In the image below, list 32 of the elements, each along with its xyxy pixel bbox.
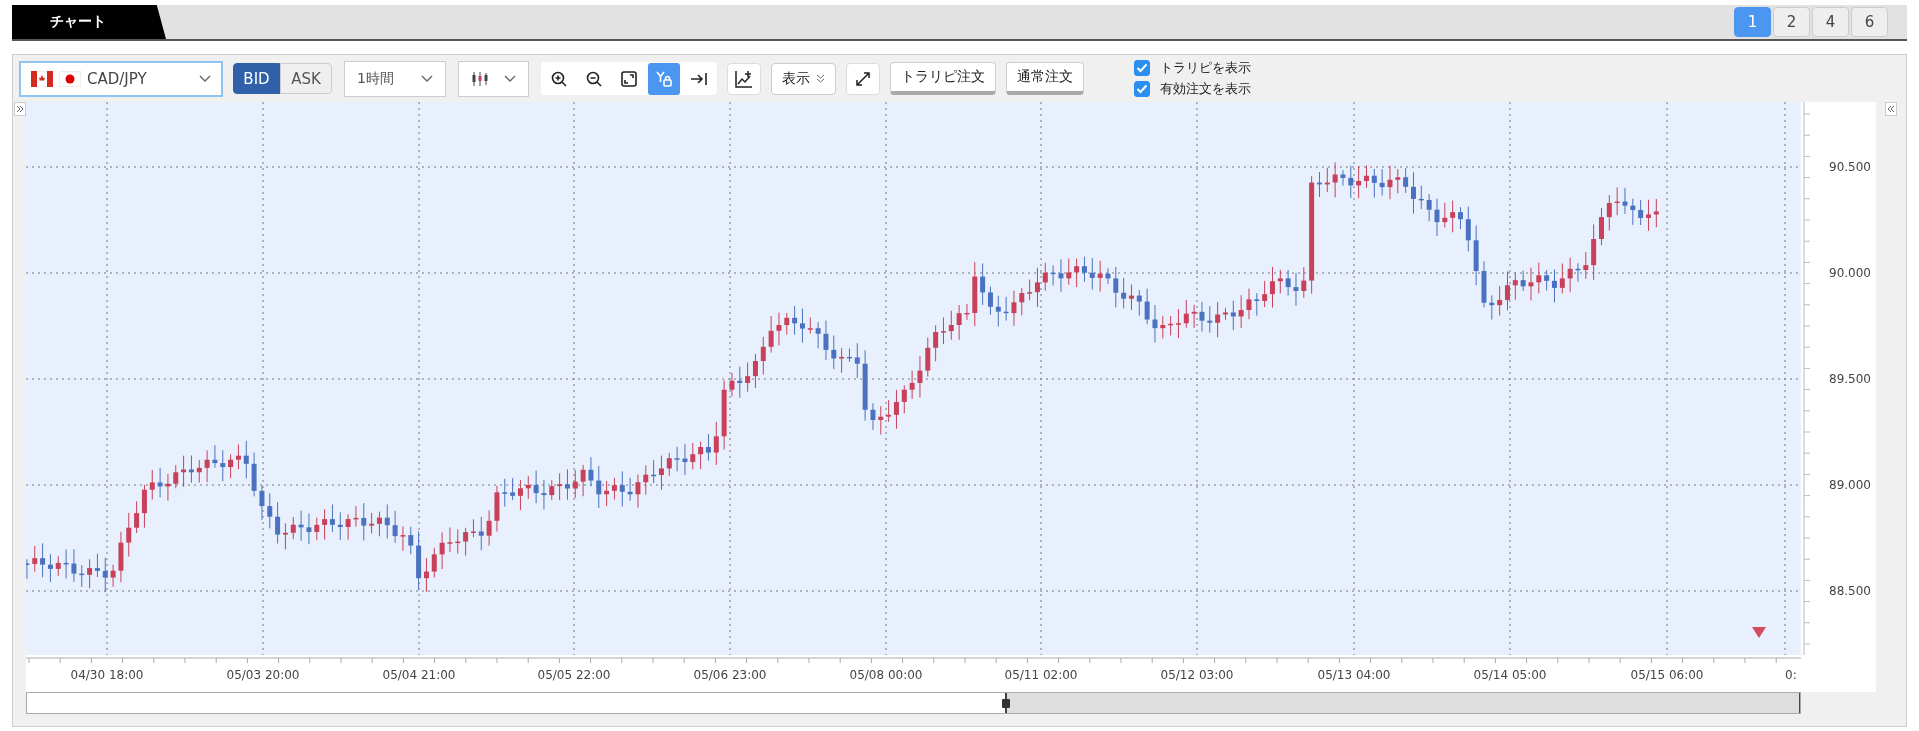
time-label: 05/06 23:00 <box>693 668 767 682</box>
price-label: 89.000 <box>1829 478 1871 492</box>
layout-tab[interactable]: 4 <box>1812 7 1849 37</box>
time-label: 05/08 00:00 <box>849 668 923 682</box>
time-label: 05/13 04:00 <box>1317 668 1391 682</box>
timeframe-select[interactable]: 1時間 <box>344 60 446 97</box>
time-label: 0: <box>1785 668 1797 682</box>
price-side-button[interactable]: ASK <box>280 63 332 94</box>
layout-tab[interactable]: 2 <box>1773 7 1810 37</box>
time-label: 04/30 18:00 <box>70 668 144 682</box>
symbol-value: CAD/JPY <box>87 69 147 88</box>
symbol-select[interactable]: CAD/JPY <box>19 60 223 97</box>
order-button[interactable]: 通常注文 <box>1006 62 1084 95</box>
time-label: 05/05 22:00 <box>537 668 611 682</box>
price-label: 89.500 <box>1829 372 1871 386</box>
checkbox-label: トラリピを表示 <box>1160 59 1251 77</box>
time-label: 05/12 03:00 <box>1160 668 1234 682</box>
price-label: 90.000 <box>1829 266 1871 280</box>
time-label: 05/15 06:00 <box>1630 668 1704 682</box>
time-label: 05/04 21:00 <box>382 668 456 682</box>
layout-tab[interactable]: 6 <box>1851 7 1888 37</box>
time-label: 05/14 05:00 <box>1473 668 1547 682</box>
checkbox-label: 有効注文を表示 <box>1160 80 1251 98</box>
chart-tab[interactable]: チャート <box>12 5 166 39</box>
time-label: 05/11 02:00 <box>1004 668 1078 682</box>
order-button[interactable]: トラリピ注文 <box>890 62 996 95</box>
price-label: 88.500 <box>1829 584 1871 598</box>
display-button[interactable]: 表示 <box>771 62 836 95</box>
price-side-button[interactable]: BID <box>233 63 280 94</box>
time-label: 05/03 20:00 <box>226 668 300 682</box>
timeframe-value: 1時間 <box>357 69 394 88</box>
price-label: 90.500 <box>1829 160 1871 174</box>
